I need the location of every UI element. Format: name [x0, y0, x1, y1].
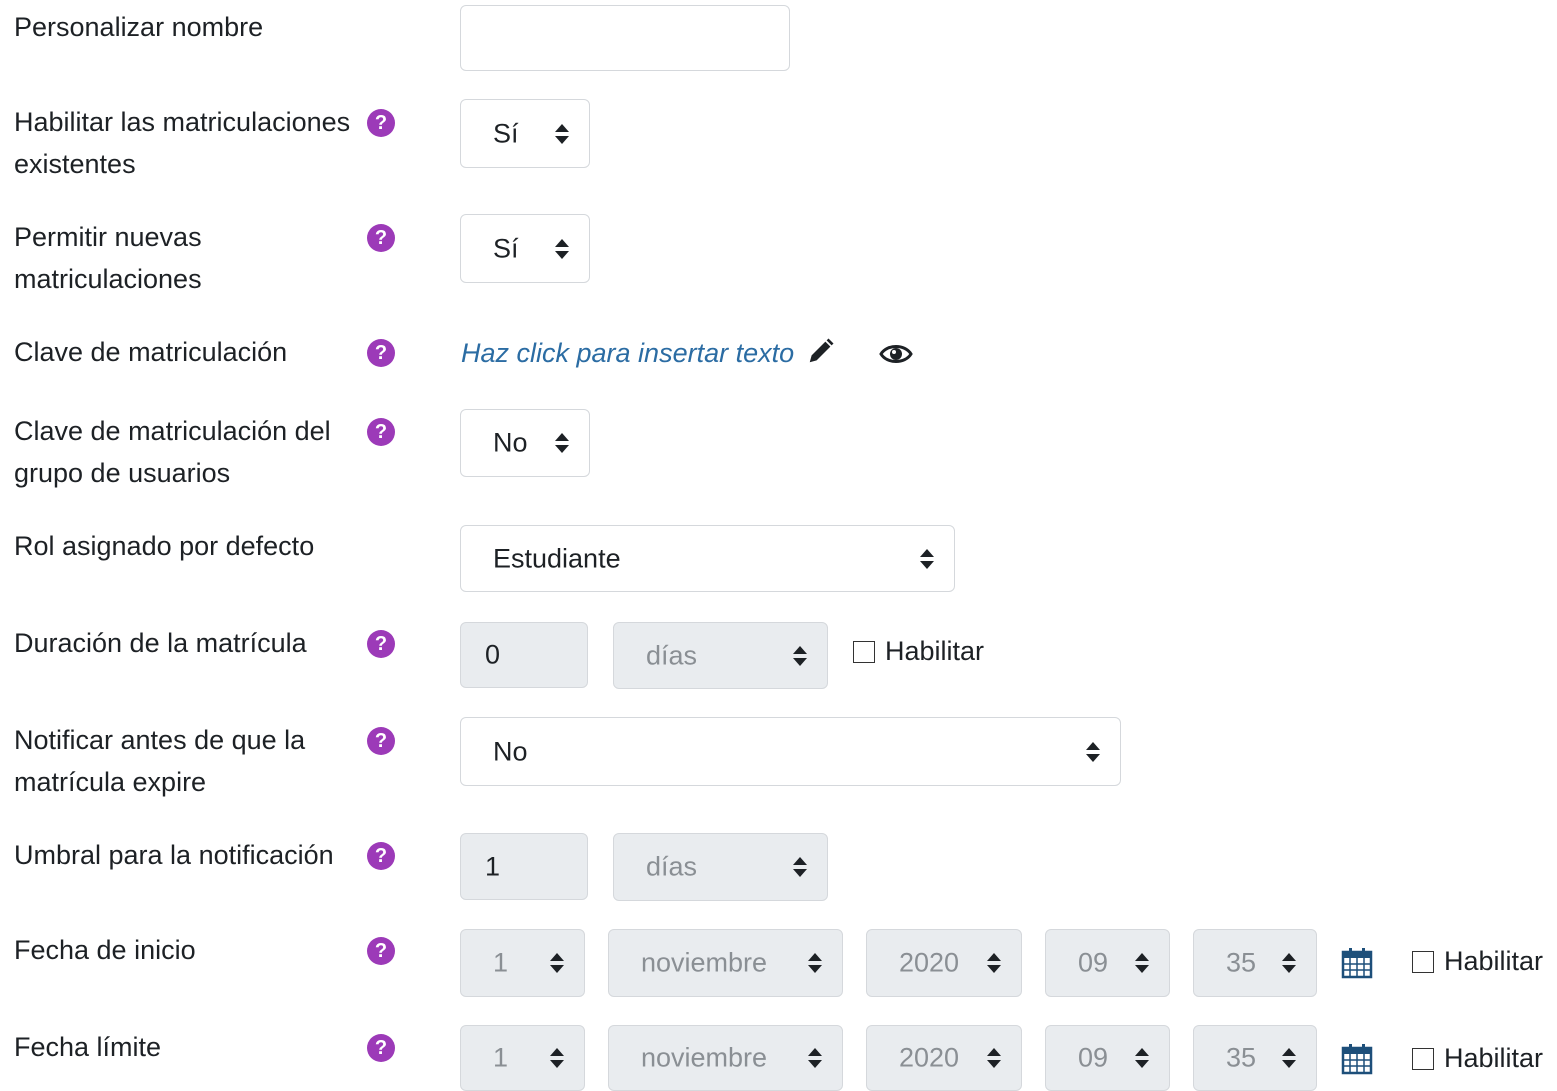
calendar-icon[interactable]	[1341, 947, 1373, 979]
help-icon[interactable]: ?	[367, 630, 395, 658]
start-month-value: noviembre	[641, 947, 768, 978]
end-date-enable-checkbox[interactable]: Habilitar	[1412, 1043, 1543, 1074]
enrol-key-label: Clave de matriculación	[14, 337, 288, 367]
chevron-updown-icon	[1135, 1048, 1149, 1068]
chevron-updown-icon	[808, 953, 822, 973]
start-hour-select[interactable]: 09	[1045, 929, 1170, 997]
threshold-unit-value: días	[646, 851, 698, 882]
end-date-enable-label: Habilitar	[1444, 1043, 1544, 1073]
checkbox-box[interactable]	[1412, 950, 1434, 973]
start-hour-value: 09	[1078, 947, 1109, 978]
chevron-updown-icon	[987, 953, 1001, 973]
end-hour-select[interactable]: 09	[1045, 1025, 1170, 1091]
checkbox-box[interactable]	[1412, 1047, 1434, 1070]
duration-enable-label: Habilitar	[885, 636, 985, 666]
chevron-updown-icon	[987, 1048, 1001, 1068]
checkbox-box[interactable]	[853, 640, 875, 663]
eye-icon[interactable]	[879, 342, 913, 366]
end-minute-value: 35	[1226, 1042, 1257, 1073]
end-hour-value: 09	[1078, 1042, 1109, 1073]
duration-enable-checkbox[interactable]: Habilitar	[853, 636, 984, 667]
pencil-icon	[809, 338, 834, 363]
group-key-label: Clave de matriculación del grupo de usua…	[14, 416, 331, 488]
start-day-value: 1	[493, 947, 509, 978]
start-minute-value: 35	[1226, 947, 1257, 978]
threshold-number-value: 1	[485, 851, 501, 881]
help-icon[interactable]: ?	[367, 224, 395, 252]
notify-value: No	[493, 736, 528, 766]
end-date-label: Fecha límite	[14, 1032, 162, 1062]
chevron-updown-icon	[1282, 1048, 1296, 1068]
chevron-updown-icon	[555, 433, 569, 453]
help-icon[interactable]: ?	[367, 842, 395, 870]
duration-label: Duración de la matrícula	[14, 628, 307, 658]
chevron-updown-icon	[555, 123, 569, 144]
threshold-unit-select[interactable]: días	[613, 833, 828, 901]
notify-label: Notificar antes de que la matrícula expi…	[14, 725, 306, 797]
start-date-enable-label: Habilitar	[1444, 946, 1544, 976]
help-icon[interactable]: ?	[367, 339, 395, 367]
chevron-updown-icon	[793, 857, 807, 877]
start-minute-select[interactable]: 35	[1193, 929, 1317, 997]
custom-name-label: Personalizar nombre	[14, 12, 264, 42]
group-key-value: No	[493, 427, 528, 458]
chevron-updown-icon	[808, 1048, 822, 1068]
calendar-icon[interactable]	[1341, 1043, 1373, 1075]
start-year-value: 2020	[899, 947, 960, 978]
chevron-updown-icon	[550, 953, 564, 973]
help-icon[interactable]: ?	[367, 1034, 395, 1062]
default-role-label: Rol asignado por defecto	[14, 531, 315, 561]
custom-name-input[interactable]	[460, 5, 790, 71]
chevron-updown-icon	[550, 1048, 564, 1068]
chevron-updown-icon	[1135, 953, 1149, 973]
start-date-enable-checkbox[interactable]: Habilitar	[1412, 946, 1543, 977]
help-icon[interactable]: ?	[367, 109, 395, 137]
end-month-value: noviembre	[641, 1042, 768, 1073]
threshold-number-input[interactable]: 1	[460, 833, 588, 900]
start-year-select[interactable]: 2020	[866, 929, 1022, 997]
duration-unit-select[interactable]: días	[613, 622, 828, 689]
start-date-label: Fecha de inicio	[14, 935, 196, 965]
allow-new-select[interactable]: Sí	[460, 214, 590, 283]
notify-select[interactable]: No	[460, 717, 1121, 786]
allow-new-value: Sí	[493, 233, 519, 263]
enable-existing-label: Habilitar las matriculaciones existentes	[14, 107, 351, 179]
end-month-select[interactable]: noviembre	[608, 1025, 843, 1091]
end-day-select[interactable]: 1	[460, 1025, 585, 1091]
group-key-select[interactable]: No	[460, 409, 590, 477]
enrol-key-edit-link[interactable]: Haz click para insertar texto	[461, 333, 836, 373]
help-icon[interactable]: ?	[367, 727, 395, 755]
allow-new-label: Permitir nuevas matriculaciones	[14, 222, 202, 294]
chevron-updown-icon	[793, 645, 807, 666]
end-year-select[interactable]: 2020	[866, 1025, 1022, 1091]
help-icon[interactable]: ?	[367, 418, 395, 446]
chevron-updown-icon	[1282, 953, 1296, 973]
enable-existing-value: Sí	[493, 118, 519, 148]
threshold-label: Umbral para la notificación	[14, 840, 334, 870]
end-year-value: 2020	[899, 1042, 960, 1073]
start-month-select[interactable]: noviembre	[608, 929, 843, 997]
end-minute-select[interactable]: 35	[1193, 1025, 1317, 1091]
duration-unit-value: días	[646, 640, 698, 670]
duration-number-input[interactable]: 0	[460, 622, 588, 688]
default-role-select[interactable]: Estudiante	[460, 525, 955, 592]
chevron-updown-icon	[555, 238, 569, 259]
help-icon[interactable]: ?	[367, 937, 395, 965]
default-role-value: Estudiante	[493, 543, 621, 573]
duration-number-value: 0	[485, 639, 501, 670]
end-day-value: 1	[493, 1042, 509, 1073]
chevron-updown-icon	[920, 548, 934, 569]
chevron-updown-icon	[1086, 741, 1100, 762]
enable-existing-select[interactable]: Sí	[460, 99, 590, 168]
enrol-key-link-text: Haz click para insertar texto	[461, 338, 795, 368]
start-day-select[interactable]: 1	[460, 929, 585, 997]
